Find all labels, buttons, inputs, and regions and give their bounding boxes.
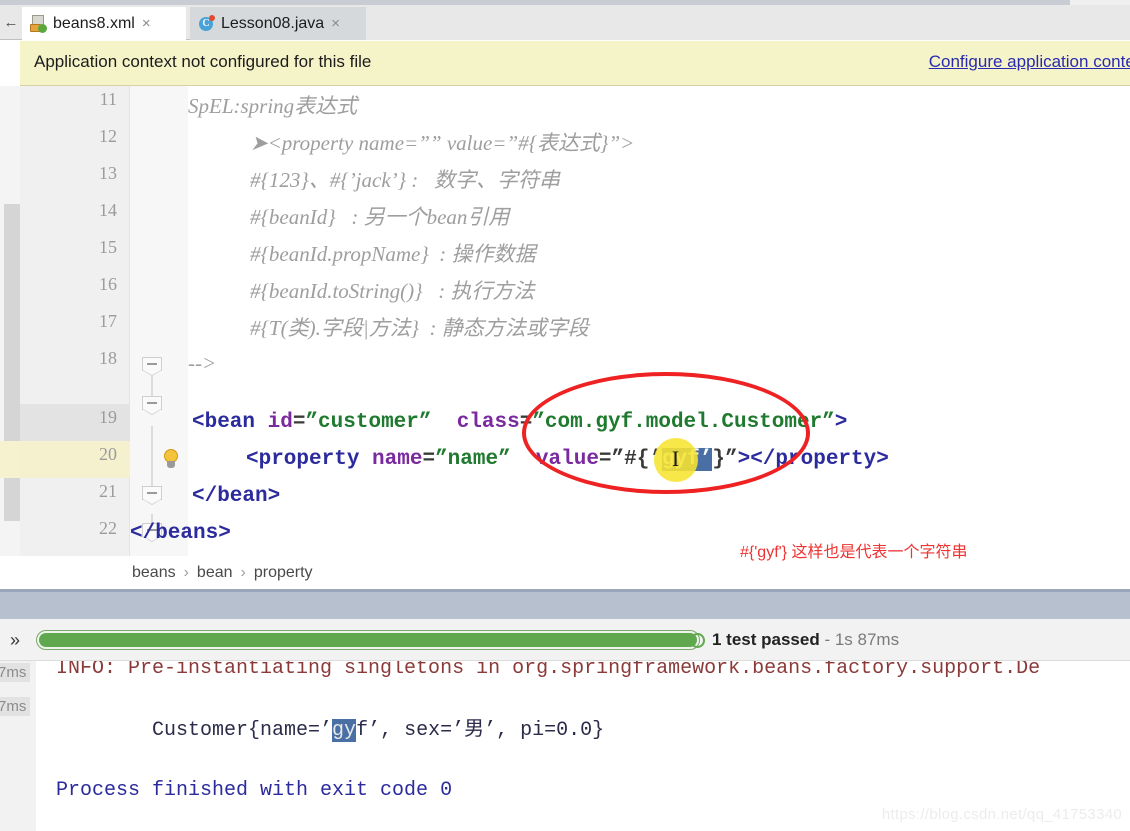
code-line-14: #{beanId} : 另一个bean引用 (250, 197, 509, 234)
java-class-icon: C (198, 15, 215, 32)
attr-id-value: ”customer” (305, 411, 432, 434)
tab-label: Lesson08.java (221, 14, 325, 32)
test-passed-icon (690, 633, 705, 648)
expand-chevrons-icon[interactable]: » (10, 630, 20, 651)
line-number: 17 (99, 311, 117, 331)
context-notification-banner: Application context not configured for t… (20, 41, 1130, 86)
duration-chip: 7ms (0, 663, 31, 682)
test-status-label: 1 test passed (712, 630, 820, 649)
code-line-16: #{beanId.toString()} : 执行方法 (250, 271, 535, 308)
banner-left-pad (0, 41, 20, 86)
red-ellipse-annotation (522, 372, 810, 494)
fold-marker-18[interactable] (142, 357, 162, 376)
comment-text: #{beanId.toString()} : 执行方法 (250, 278, 535, 303)
beans-close-tag: </beans> (130, 522, 231, 545)
test-progress-fill (39, 633, 697, 647)
code-line-17: #{T(类).字段|方法} : 静态方法或字段 (250, 308, 589, 345)
equals: = (422, 448, 436, 471)
comment-text: #{beanId} : 另一个bean引用 (250, 204, 510, 229)
run-test-panel: » 1 test passed - 1s 87ms 7ms 7ms INFO: … (0, 619, 1130, 831)
duration-chip: 7ms (0, 697, 31, 716)
close-icon[interactable]: × (331, 16, 340, 31)
line-number: 13 (99, 163, 117, 183)
line-number: 21 (99, 481, 117, 501)
code-line-12: ➤<property name=”” value=”#{表达式}”> (250, 123, 634, 160)
bean-open-tag: <bean (192, 411, 268, 434)
output-prefix: Customer{name=’ (152, 719, 333, 742)
line-number-gutter: 11 12 13 14 15 16 17 18 19 20 21 22 (20, 86, 130, 556)
annotation-label: #{'gyf'} 这样也是代表一个字符串 (740, 544, 968, 561)
test-progress-bar (36, 630, 700, 650)
code-folding-gutter[interactable] (130, 86, 188, 556)
code-line-15: #{beanId.propName} : 操作数据 (250, 234, 536, 271)
panel-splitter[interactable] (0, 589, 1130, 619)
line-number: 22 (99, 518, 117, 538)
test-status-dash: - (819, 630, 835, 649)
breadcrumb-separator: › (240, 563, 246, 581)
configure-application-context-link[interactable]: Configure application context (929, 52, 1130, 72)
console-line-output: Customer{name=’gyf’, sex=’男’, pi=0.0} (56, 689, 604, 765)
console-line-info: INFO: Pre-instantiating singletons in or… (56, 661, 1041, 680)
tab-label: beans8.xml (53, 14, 135, 32)
line-number: 11 (99, 89, 117, 109)
line-number: 12 (99, 126, 117, 146)
code-line-13: #{123}、#{’jack’} : 数字、字符串 (250, 160, 560, 197)
output-suffix: f’, sex=’男’, pi=0.0} (356, 719, 605, 742)
comment-end-text: --> (188, 351, 217, 375)
code-line-21: </bean> (192, 478, 280, 515)
comment-text: #{T(类).字段|方法} : 静态方法或字段 (250, 315, 589, 340)
banner-message: Application context not configured for t… (34, 52, 372, 71)
comment-text: SpEL:spring表达式 (188, 93, 358, 118)
tag-close-bracket: > (834, 411, 848, 434)
test-duration: 1s 87ms (834, 630, 900, 649)
xml-file-icon (30, 15, 47, 33)
line-number: 18 (99, 348, 117, 368)
editor-vertical-scrollbar[interactable] (0, 86, 20, 556)
line-number: 14 (99, 200, 117, 220)
line-number: 20 (99, 444, 117, 464)
breadcrumb-item-property[interactable]: property (254, 564, 313, 582)
comment-text: ➤<property name=”” value=”#{表达式}”> (250, 130, 635, 155)
tab-beans8-xml[interactable]: beans8.xml × (22, 7, 186, 40)
test-toolbar: » 1 test passed - 1s 87ms (0, 619, 1130, 661)
tab-lesson08-java[interactable]: C Lesson08.java × (190, 7, 366, 40)
comment-text: #{123}、#{’jack’} : 数字、字符串 (250, 167, 561, 192)
equals: = (292, 411, 306, 434)
fold-marker-21[interactable] (142, 486, 162, 505)
breadcrumb-item-beans[interactable]: beans (132, 564, 176, 582)
line-number: 19 (99, 407, 117, 427)
attr-class: class (456, 411, 520, 434)
intention-bulb-icon[interactable] (160, 448, 182, 472)
line-number: 16 (99, 274, 117, 294)
code-line-22: </beans> (130, 515, 231, 552)
ide-window: ← beans8.xml × C Lesson08.java × Applica… (0, 0, 1130, 831)
attr-id: id (267, 411, 293, 434)
test-tree-gutter: 7ms 7ms (0, 661, 36, 831)
breadcrumb-separator: › (183, 563, 189, 581)
fold-marker-19[interactable] (142, 396, 162, 415)
bean-close-tag: </bean> (192, 485, 281, 508)
attr-name-value: ”name” (435, 448, 511, 471)
property-open-tag: <property (246, 448, 373, 471)
code-line-11: SpEL:spring表达式 (188, 86, 357, 123)
output-selected[interactable]: gy (332, 719, 357, 742)
code-editor[interactable]: 11 12 13 14 15 16 17 18 19 20 21 22 SpEL… (0, 86, 1130, 556)
line-number: 15 (99, 237, 117, 257)
console-line-exit: Process finished with exit code 0 (56, 779, 453, 802)
watermark: https://blog.csdn.net/qq_41753340 (881, 806, 1122, 823)
attr-name: name (372, 448, 423, 471)
breadcrumb-item-bean[interactable]: bean (197, 564, 233, 582)
editor-tab-bar: ← beans8.xml × C Lesson08.java × (0, 5, 1130, 40)
code-line-18: --> (188, 345, 216, 382)
test-status-text: 1 test passed - 1s 87ms (712, 630, 899, 650)
back-arrow-icon[interactable]: ← (2, 14, 20, 32)
tab-bar-empty-area (366, 7, 1130, 40)
comment-text: #{beanId.propName} : 操作数据 (250, 241, 536, 266)
panel-splitter-edge (0, 589, 1130, 592)
close-icon[interactable]: × (142, 16, 151, 31)
